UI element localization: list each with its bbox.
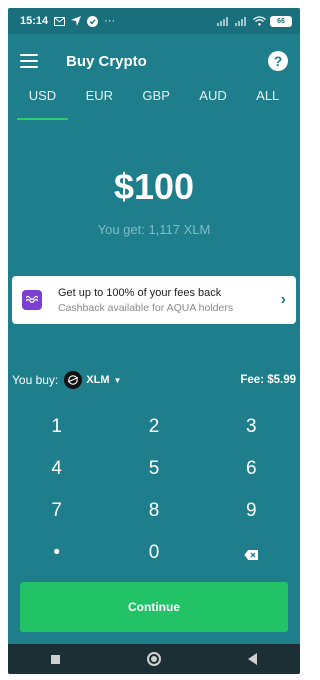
key-3[interactable]: 3 (203, 416, 300, 438)
menu-icon[interactable] (20, 54, 38, 68)
status-right: 66 (217, 15, 292, 27)
amount-display: $100 (113, 166, 195, 207)
backspace-icon (244, 550, 259, 560)
status-bar: 15:14 ··· 66 (8, 8, 300, 34)
tab-gbp[interactable]: GBP (134, 86, 177, 112)
tab-all[interactable]: ALL (248, 86, 287, 112)
tab-usd[interactable]: USD (16, 86, 69, 120)
key-6[interactable]: 6 (203, 458, 300, 480)
key-2[interactable]: 2 (105, 416, 202, 438)
signal-icon (217, 16, 228, 26)
signal-2-icon (235, 16, 246, 26)
mail-icon (54, 16, 66, 26)
key-4[interactable]: 4 (8, 458, 105, 480)
chevron-down-icon[interactable]: ▼ (114, 376, 122, 385)
you-buy-label: You buy: (12, 373, 59, 387)
continue-button[interactable]: Continue (20, 582, 288, 632)
promo-subtitle: Cashback available for AQUA holders (58, 301, 234, 314)
buy-row: You buy: XLM ▼ Fee: $5.99 (8, 370, 300, 390)
wifi-icon (253, 16, 266, 26)
tab-aud[interactable]: AUD (191, 86, 234, 112)
back-icon[interactable] (247, 653, 257, 665)
key-backspace[interactable] (203, 542, 300, 564)
keypad-row: 1 2 3 (8, 406, 300, 448)
key-9[interactable]: 9 (203, 500, 300, 522)
cashback-icon (22, 290, 42, 310)
recents-icon[interactable] (51, 654, 61, 664)
status-time: 15:14 (20, 15, 49, 27)
location-arrow-icon (71, 16, 82, 26)
help-icon[interactable]: ? (268, 51, 288, 71)
page-title: Buy Crypto (66, 52, 147, 70)
tab-eur[interactable]: EUR (78, 86, 121, 112)
receive-estimate: You get: 1,117 XLM (97, 222, 211, 237)
coin-selector[interactable]: XLM (86, 374, 109, 386)
home-icon[interactable] (146, 652, 161, 666)
keypad-row: 4 5 6 (8, 448, 300, 490)
key-1[interactable]: 1 (8, 416, 105, 438)
cashback-promo-banner[interactable]: Get up to 100% of your fees back Cashbac… (12, 276, 296, 324)
key-8[interactable]: 8 (105, 500, 202, 522)
xlm-coin-icon[interactable] (64, 371, 83, 389)
key-decimal[interactable]: • (8, 542, 105, 564)
promo-title: Get up to 100% of your fees back (58, 286, 222, 299)
battery-icon: 66 (270, 15, 292, 27)
numeric-keypad: 1 2 3 4 5 6 7 8 9 • 0 (8, 406, 300, 574)
more-notifications-icon: ··· (104, 15, 116, 27)
keypad-row: 7 8 9 (8, 490, 300, 532)
key-0[interactable]: 0 (105, 542, 202, 564)
app-screen: 15:14 ··· 66 Buy Crypto ? USD EUR GBP AU… (8, 8, 300, 674)
fee-label: Fee: $5.99 (240, 374, 296, 386)
currency-tabs: USD EUR GBP AUD ALL (8, 86, 300, 120)
system-nav-bar (8, 644, 300, 674)
keypad-row: • 0 (8, 532, 300, 574)
key-5[interactable]: 5 (105, 458, 202, 480)
promo-text: Get up to 100% of your fees back Cashbac… (58, 287, 281, 314)
chevron-right-icon: › (280, 291, 286, 308)
app-bar: Buy Crypto ? (8, 48, 300, 74)
check-circle-icon (87, 15, 99, 27)
key-7[interactable]: 7 (8, 500, 105, 522)
